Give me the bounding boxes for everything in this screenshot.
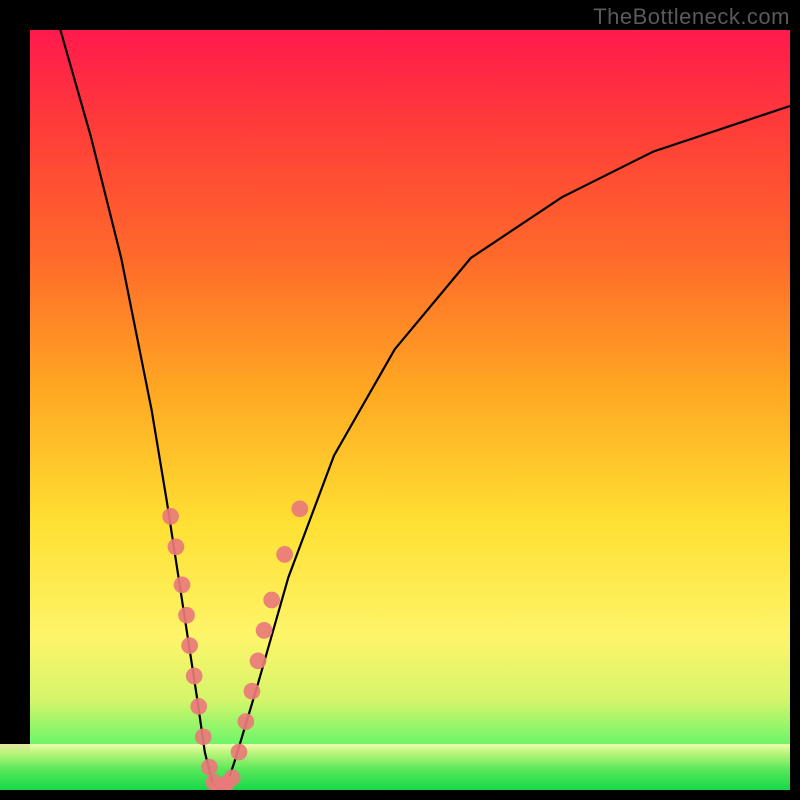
data-marker xyxy=(231,744,248,761)
data-marker xyxy=(291,500,308,517)
data-marker xyxy=(178,607,195,624)
data-marker xyxy=(201,759,218,776)
data-marker xyxy=(168,538,185,555)
data-marker xyxy=(250,652,267,669)
data-marker xyxy=(181,637,198,654)
data-marker xyxy=(195,728,212,745)
data-marker xyxy=(244,683,261,700)
bottleneck-curve xyxy=(60,30,790,790)
data-marker xyxy=(162,508,179,525)
data-marker xyxy=(276,546,293,563)
watermark-label: TheBottleneck.com xyxy=(593,4,790,30)
curve-layer xyxy=(30,30,790,790)
data-marker xyxy=(174,576,191,593)
data-marker xyxy=(256,622,273,639)
data-marker xyxy=(190,698,207,715)
data-marker xyxy=(186,668,203,685)
data-marker xyxy=(263,592,280,609)
data-marker xyxy=(224,769,241,786)
data-marker xyxy=(237,713,254,730)
plot-area xyxy=(30,30,790,790)
chart-frame: TheBottleneck.com xyxy=(0,0,800,800)
